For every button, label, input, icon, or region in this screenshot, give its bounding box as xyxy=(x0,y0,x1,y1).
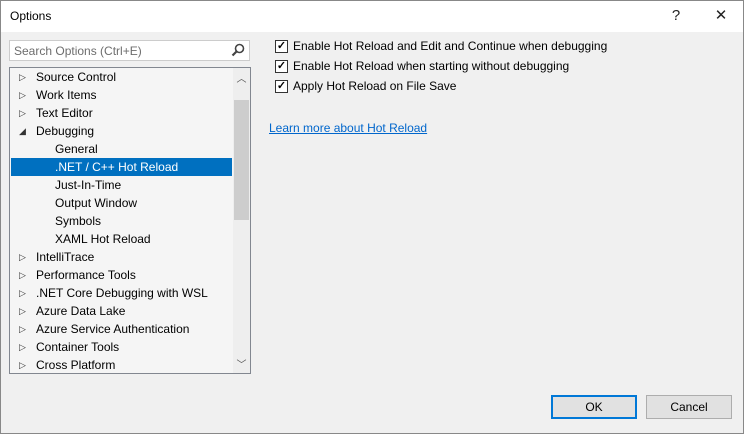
collapsed-arrow-icon[interactable]: ▷ xyxy=(19,284,26,302)
tree-item-label: Performance Tools xyxy=(36,268,136,282)
option-checkbox[interactable]: ✓ xyxy=(275,40,288,53)
tree-item-label: Output Window xyxy=(55,196,138,210)
collapsed-arrow-icon[interactable]: ▷ xyxy=(19,104,26,122)
tree-item[interactable]: ▷ Azure Service Authentication xyxy=(11,320,232,338)
option-checkbox[interactable]: ✓ xyxy=(275,60,288,73)
tree-item[interactable]: General xyxy=(11,140,232,158)
window-title: Options xyxy=(10,9,52,23)
cancel-button[interactable]: Cancel xyxy=(646,395,732,419)
tree-item-label: Cross Platform xyxy=(36,358,116,372)
tree-item-label: Symbols xyxy=(55,214,102,228)
option-checkbox[interactable]: ✓ xyxy=(275,80,288,93)
tree-item[interactable]: ▷ Cross Platform xyxy=(11,356,232,373)
help-button[interactable]: ? xyxy=(661,5,691,27)
tree-item[interactable]: Output Window xyxy=(11,194,232,212)
tree-item[interactable]: ▷ Performance Tools xyxy=(11,266,232,284)
tree-item-label: Azure Data Lake xyxy=(36,304,126,318)
search-input[interactable] xyxy=(14,43,224,59)
options-tree[interactable]: ▷ Source Control ▷ Work Items ▷ Text Editor ◢ D… xyxy=(9,67,251,374)
tree-item[interactable]: ▷ .NET Core Debugging with WSL xyxy=(11,284,232,302)
collapsed-arrow-icon[interactable]: ▷ xyxy=(19,266,26,284)
tree-item-label: .NET / C++ Hot Reload xyxy=(55,160,179,174)
collapsed-arrow-icon[interactable]: ▷ xyxy=(19,86,26,104)
search-icon xyxy=(231,43,245,57)
tree-item[interactable]: ▷ IntelliTrace xyxy=(11,248,232,266)
ok-button[interactable]: OK xyxy=(551,395,637,419)
tree-item-label: General xyxy=(55,142,98,156)
collapsed-arrow-icon[interactable]: ▷ xyxy=(19,338,26,356)
option-label[interactable]: Apply Hot Reload on File Save xyxy=(293,79,456,93)
tree-item[interactable]: Symbols xyxy=(11,212,232,230)
tree-item-label: .NET Core Debugging with WSL xyxy=(36,286,208,300)
expanded-arrow-icon[interactable]: ◢ xyxy=(19,122,26,140)
tree-item-label: Debugging xyxy=(36,124,95,138)
scroll-thumb[interactable] xyxy=(234,100,249,220)
option-label[interactable]: Enable Hot Reload and Edit and Continue … xyxy=(293,39,607,53)
title-bar: Options ? ✕ xyxy=(1,1,743,32)
option-label[interactable]: Enable Hot Reload when starting without … xyxy=(293,59,569,73)
search-box[interactable] xyxy=(9,40,250,61)
tree-item-label: Container Tools xyxy=(36,340,120,354)
tree-item[interactable]: ▷ Text Editor xyxy=(11,104,232,122)
learn-more-link[interactable]: Learn more about Hot Reload xyxy=(269,121,427,135)
tree-item[interactable]: XAML Hot Reload xyxy=(11,230,232,248)
tree-item-label: IntelliTrace xyxy=(36,250,95,264)
tree-item[interactable]: ▷ Container Tools xyxy=(11,338,232,356)
tree-item-label: Text Editor xyxy=(36,106,93,120)
tree-scrollbar[interactable]: ︿ ﹀ xyxy=(233,68,250,373)
tree-item-label: XAML Hot Reload xyxy=(55,232,151,246)
collapsed-arrow-icon[interactable]: ▷ xyxy=(19,320,26,338)
collapsed-arrow-icon[interactable]: ▷ xyxy=(19,302,26,320)
scroll-up-icon[interactable]: ︿ xyxy=(233,70,250,85)
tree-item-label: Azure Service Authentication xyxy=(36,322,190,336)
collapsed-arrow-icon[interactable]: ▷ xyxy=(19,356,26,373)
tree-item[interactable]: ▷ Source Control xyxy=(11,68,232,86)
tree-item[interactable]: ▷ Work Items xyxy=(11,86,232,104)
tree-item-label: Work Items xyxy=(36,88,97,102)
tree-item[interactable]: Just-In-Time xyxy=(11,176,232,194)
tree-item-label: Source Control xyxy=(36,70,117,84)
collapsed-arrow-icon[interactable]: ▷ xyxy=(19,248,26,266)
tree-item-label: Just-In-Time xyxy=(55,178,122,192)
close-button[interactable]: ✕ xyxy=(706,5,736,27)
tree-item[interactable]: ◢ Debugging xyxy=(11,122,232,140)
tree-item[interactable]: .NET / C++ Hot Reload xyxy=(11,158,232,176)
tree-item[interactable]: ▷ Azure Data Lake xyxy=(11,302,232,320)
collapsed-arrow-icon[interactable]: ▷ xyxy=(19,68,26,86)
scroll-down-icon[interactable]: ﹀ xyxy=(233,356,250,371)
